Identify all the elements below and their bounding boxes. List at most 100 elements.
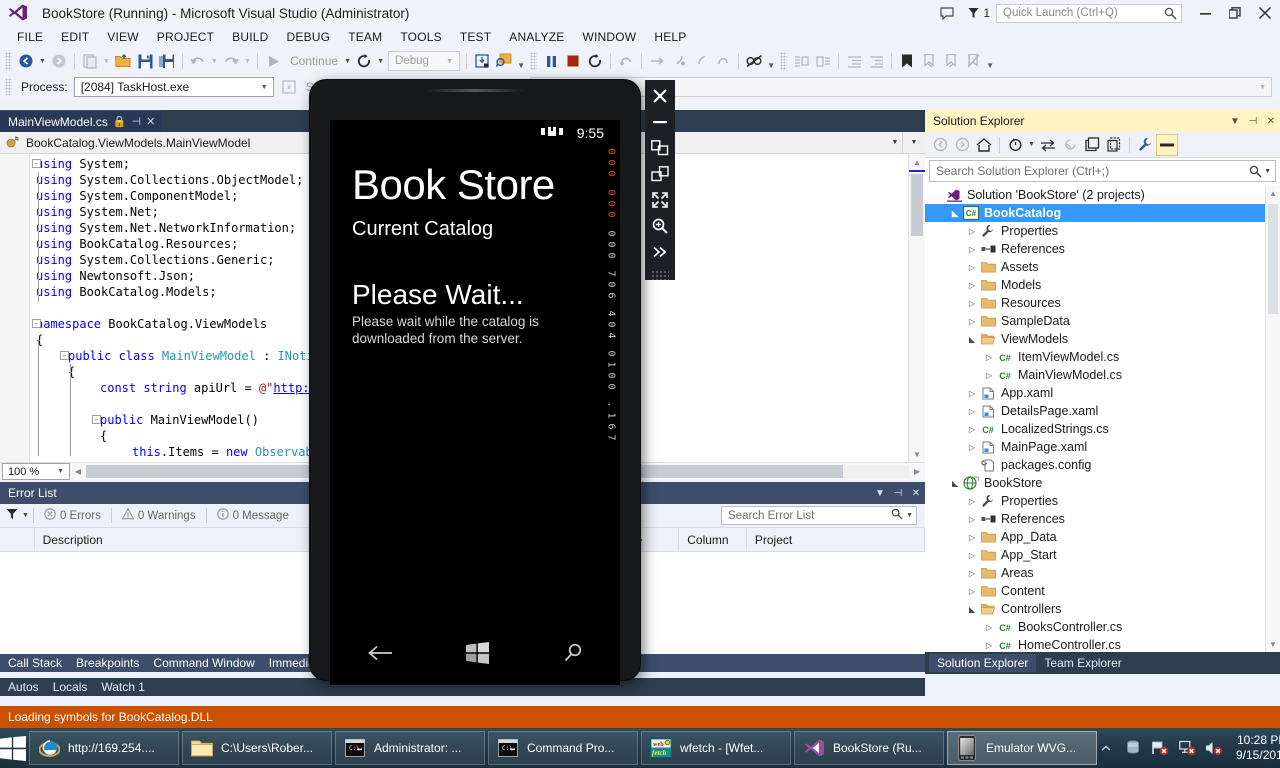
search-options-dropdown-icon[interactable]: ▼ [906,512,916,519]
chevron-right-icon[interactable]: ▷ [965,425,979,434]
chevron-right-icon[interactable]: ▷ [965,317,979,326]
menu-item-test[interactable]: TEST [451,28,500,46]
tree-item[interactable]: packages.config [925,456,1280,474]
search-icon[interactable] [888,508,906,523]
toolbar-grip[interactable] [5,52,12,70]
toolbar-overflow-2[interactable]: ▼ [765,50,777,72]
menu-item-team[interactable]: TEAM [339,28,391,46]
document-tab-mainviewmodel[interactable]: MainViewModel.cs 🔒 ⊣ ✕ [0,110,161,132]
process-combo[interactable]: [2084] TaskHost.exe ▼ [74,77,274,97]
chevron-right-icon[interactable]: ▷ [982,371,996,380]
chevron-right-icon[interactable]: ▷ [965,299,979,308]
break-all-button[interactable] [540,50,562,72]
solution-configuration-combo[interactable]: Debug ▼ [388,51,460,71]
taskbar-item[interactable]: Emulator WVG... [947,731,1097,765]
se-pending-changes-dropdown[interactable]: ▼ [1026,134,1037,156]
se-properties-icon[interactable] [1134,134,1156,156]
menu-item-build[interactable]: BUILD [223,28,277,46]
tree-item[interactable]: ▷C#BooksController.cs [925,618,1280,636]
stack-frame-combo[interactable]: ▼ [530,77,1272,97]
taskbar-item[interactable]: C:\Users\Rober... [182,731,332,765]
chevron-right-icon[interactable]: ▷ [965,569,979,578]
chevron-right-icon[interactable]: ▷ [965,587,979,596]
code-fold-toggle[interactable]: – [32,319,41,328]
scroll-thumb[interactable] [911,174,923,236]
back-button[interactable] [367,645,393,661]
filter-icon[interactable] [6,508,18,523]
menu-item-view[interactable]: VIEW [98,28,147,46]
chevron-right-icon[interactable]: ▷ [965,407,979,416]
step-into-specific-button[interactable] [471,50,493,72]
errors-filter-chip[interactable]: 0 Errors [34,508,111,523]
taskbar-item[interactable]: BookStore (Ru... [794,731,944,765]
rotate-left-icon[interactable] [647,137,673,160]
menu-item-window[interactable]: WINDOW [573,28,645,46]
open-file-button[interactable] [112,50,134,72]
solution-tree-scrollbar[interactable]: ▲ ▼ [1265,186,1280,652]
toggle-bookmark-button[interactable] [896,50,918,72]
continue-play-icon[interactable] [262,50,284,72]
breadcrumb-member-combo[interactable]: ▼ [903,139,925,146]
tree-item[interactable]: ▷References [925,240,1280,258]
tree-item[interactable]: ▷C#HomeController.cs [925,636,1280,652]
chevron-down-icon[interactable]: ◢ [948,209,962,218]
save-all-button[interactable] [156,50,178,72]
filter-dropdown-icon[interactable]: ▼ [22,512,29,519]
debug-find-button[interactable] [493,50,515,72]
tree-item[interactable]: ▷Content [925,582,1280,600]
continue-dropdown[interactable]: ▼ [342,50,353,72]
menu-item-project[interactable]: PROJECT [148,28,223,46]
close-tab-icon[interactable]: ✕ [146,115,155,128]
chevron-right-icon[interactable]: ▷ [965,443,979,452]
continue-label[interactable]: Continue [284,54,342,68]
se-pending-changes-icon[interactable] [1004,134,1026,156]
hscroll-left-button[interactable]: ◀ [70,467,86,476]
tree-item[interactable]: ▷MainPage.xaml [925,438,1280,456]
start-button[interactable] [466,642,489,664]
window-close-button[interactable] [1250,0,1280,26]
panel-pin-icon[interactable]: ⊣ [889,482,907,504]
tree-item[interactable]: ▷References [925,510,1280,528]
windows-phone-emulator[interactable]: 9:55 Book Store Current Catalog Please W… [310,80,640,680]
window-restore-button[interactable] [1220,0,1250,26]
solution-explorer-search-input[interactable]: Search Solution Explorer (Ctrl+;) ▼ [929,160,1276,182]
debug-tab-locals[interactable]: Locals [53,680,88,694]
error-column-header[interactable]: Column [679,528,747,552]
menu-item-file[interactable]: FILE [8,28,52,46]
se-preview-selected-items-icon[interactable] [1156,134,1178,156]
toggle-breakpoints-button[interactable] [743,50,765,72]
restart-button[interactable] [353,50,375,72]
panel-menu-icon[interactable]: ▼ [871,482,889,504]
close-icon[interactable] [647,85,673,108]
tree-item[interactable]: ▷C#ItemViewModel.cs [925,348,1280,366]
navigate-backward-button[interactable] [15,50,37,72]
taskbar-item[interactable]: C:\Command Pro... [488,731,638,765]
se-pin-icon[interactable]: ⊣ [1244,110,1262,132]
chevron-right-icon[interactable]: ▷ [965,281,979,290]
debug-tab-call-stack[interactable]: Call Stack [8,656,62,670]
start-button[interactable] [0,728,26,768]
chevron-right-icon[interactable]: ▷ [965,497,979,506]
error-column-header[interactable]: Project [747,528,925,552]
tree-item[interactable]: ▷App_Start [925,546,1280,564]
tree-item[interactable]: ▷App.xaml [925,384,1280,402]
se-sync-icon[interactable] [1037,134,1059,156]
code-fold-toggle[interactable]: – [60,351,69,360]
se-show-all-files-icon[interactable] [1103,134,1125,156]
tree-item[interactable]: ▷Resources [925,294,1280,312]
hscroll-right-button[interactable]: ▶ [909,467,925,476]
network-icon[interactable] [1124,738,1142,758]
scroll-up-button[interactable]: ▲ [909,154,925,170]
editor-vertical-scrollbar[interactable]: ▲ ▼ [908,154,925,462]
solution-tree[interactable]: Solution 'BookStore' (2 projects)◢C#Book… [925,186,1280,652]
tree-item[interactable]: ◢ViewModels [925,330,1280,348]
se-menu-icon[interactable]: ▼ [1226,110,1244,132]
se-scroll-up-button[interactable]: ▲ [1266,186,1280,201]
taskbar-item[interactable]: http://169.254.... [29,731,179,765]
chevron-right-icon[interactable]: ▷ [965,389,979,398]
tree-item[interactable]: ◢Controllers [925,600,1280,618]
se-tab-team-explorer[interactable]: Team Explorer [1036,654,1129,672]
pin-icon[interactable]: ⊣ [132,115,142,128]
tree-item[interactable]: ▷Properties [925,222,1280,240]
tree-item[interactable]: ▷C#MainViewModel.cs [925,366,1280,384]
